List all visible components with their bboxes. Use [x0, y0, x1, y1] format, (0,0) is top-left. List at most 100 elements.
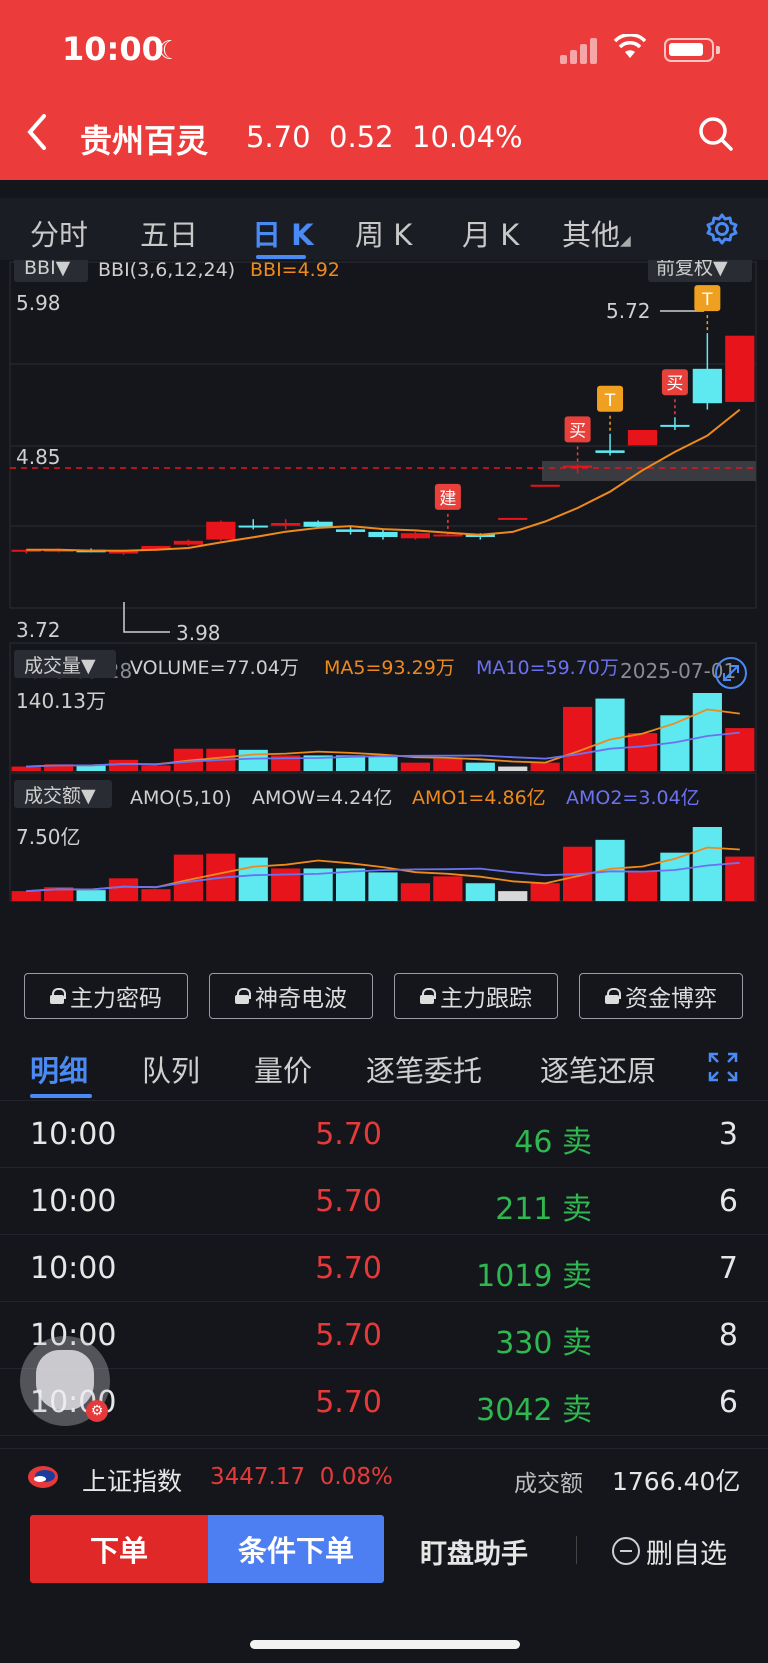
- trade-volume: 46 卖: [514, 1125, 592, 1160]
- signal-marker-label: 买: [569, 421, 586, 441]
- amount-bar: [433, 876, 463, 901]
- trade-volume: 211 卖: [495, 1192, 592, 1227]
- amount-bar: [335, 868, 366, 901]
- place-order-button[interactable]: 下单: [30, 1515, 208, 1583]
- amount-bar: [530, 883, 560, 901]
- volume-max: 140.13万: [16, 689, 106, 713]
- trade-volume: 330 卖: [495, 1326, 592, 1361]
- lock-button-main-code[interactable]: 主力密码: [24, 973, 188, 1019]
- tab-details[interactable]: 明细: [30, 1048, 88, 1090]
- stock-pct: 10.04%: [412, 120, 523, 154]
- tab-monthly-k[interactable]: 月 K: [462, 212, 519, 254]
- candle-body: [530, 484, 560, 487]
- trade-count: 6: [718, 1385, 738, 1420]
- lock-button-wave[interactable]: 神奇电波: [209, 973, 373, 1019]
- stock-change: 0.52: [329, 120, 394, 154]
- volume-bar: [368, 757, 398, 771]
- amount-bar: [271, 868, 301, 901]
- index-quote: 3447.17 0.08%: [210, 1464, 393, 1490]
- amount-max: 7.50亿: [16, 825, 81, 849]
- volume-bar: [692, 693, 722, 771]
- amount-bar: [368, 872, 398, 901]
- tab-weekly-k[interactable]: 周 K: [355, 212, 412, 254]
- trade-time: 10:00: [30, 1117, 117, 1152]
- remove-circle-icon[interactable]: [612, 1537, 640, 1565]
- lock-button-tracking[interactable]: 主力跟踪: [394, 973, 558, 1019]
- candle-body: [498, 517, 528, 520]
- back-icon[interactable]: [22, 112, 52, 159]
- sse-logo-icon: [26, 1462, 60, 1492]
- candle-body: [660, 424, 690, 427]
- tab-intraday[interactable]: 分时: [30, 212, 88, 254]
- trade-count: 8: [718, 1318, 738, 1353]
- assistant-avatar[interactable]: ⚙: [20, 1336, 110, 1426]
- amount-bar: [76, 890, 106, 901]
- kline-chart[interactable]: BBI▼ BBI(3,6,12,24) BBI=4.92 前复权▼ 5.98 4…: [0, 260, 768, 952]
- amount-bar: [400, 883, 431, 901]
- tab-other[interactable]: 其他◢: [562, 212, 631, 254]
- trade-count: 3: [718, 1117, 738, 1152]
- low-marker: 3.98: [176, 621, 221, 645]
- bbi-value: BBI=4.92: [250, 260, 340, 281]
- candle-body: [368, 531, 398, 538]
- date-end: 2025-07-01: [620, 659, 736, 683]
- tab-tick-restore[interactable]: 逐笔还原: [540, 1048, 656, 1090]
- signal-marker-label: T: [604, 391, 616, 411]
- table-row: 10:00 5.70 330 卖8: [0, 1302, 768, 1369]
- volume-bar: [627, 733, 658, 771]
- gear-icon[interactable]: [705, 212, 739, 246]
- lock-button-label: 主力跟踪: [440, 986, 532, 1012]
- candle-body: [238, 525, 268, 528]
- turnover-label: 成交额: [514, 1471, 583, 1497]
- amount-bar: [238, 857, 268, 901]
- amount-bar: [465, 883, 495, 901]
- amount-bar: [498, 891, 528, 901]
- amount-bar: [627, 871, 658, 901]
- table-row: 10:005.703042 卖6: [0, 1369, 768, 1436]
- home-indicator: [250, 1640, 520, 1649]
- candle-body: [271, 523, 301, 526]
- y-axis-bottom: 3.72: [16, 618, 61, 642]
- volume-bar: [563, 706, 593, 771]
- candle-body: [173, 540, 203, 545]
- high-marker: 5.72: [606, 299, 651, 323]
- divider: [576, 1536, 577, 1564]
- tab-volume-price[interactable]: 量价: [254, 1048, 312, 1090]
- lock-icon: [50, 988, 66, 1004]
- conditional-order-button[interactable]: 条件下单: [208, 1515, 384, 1583]
- lock-icon: [605, 988, 621, 1004]
- remove-watchlist-button[interactable]: 删自选: [646, 1532, 727, 1571]
- table-row: 10:00 5.70 211 卖 6: [0, 1168, 768, 1235]
- index-name[interactable]: 上证指数: [82, 1462, 182, 1498]
- volume-bar: [400, 762, 431, 771]
- volume-bar: [11, 766, 41, 771]
- stock-name: 贵州百灵: [80, 122, 209, 160]
- kline-tabs: 分时 五日 日 K 周 K 月 K 其他◢: [0, 198, 768, 260]
- lock-button-label: 资金博弈: [625, 986, 717, 1012]
- tab-daily-k[interactable]: 日 K: [252, 212, 314, 254]
- amount-amo1: AMO1=4.86亿: [412, 787, 546, 809]
- tab-queue[interactable]: 队列: [142, 1048, 200, 1090]
- watch-assistant-button[interactable]: 盯盘助手: [420, 1532, 528, 1571]
- search-icon[interactable]: [698, 116, 734, 152]
- tab-tick-orders[interactable]: 逐笔委托: [366, 1048, 482, 1090]
- turnover-value: 1766.40亿: [612, 1467, 741, 1496]
- active-detail-tab-indicator: [30, 1094, 92, 1098]
- expand-icon[interactable]: [708, 1052, 738, 1082]
- lock-icon: [235, 988, 251, 1004]
- lock-button-capital-game[interactable]: 资金博弈: [579, 973, 743, 1019]
- amount-bar: [660, 852, 690, 901]
- support-zone: [542, 461, 756, 481]
- stock-quote: 5.70 0.52 10.04%: [246, 120, 523, 154]
- amount-amo2: AMO2=3.04亿: [566, 787, 700, 809]
- divider: [0, 1448, 768, 1449]
- signal-marker-label: 建: [439, 489, 456, 509]
- volume-bar: [595, 698, 625, 771]
- candle-body: [725, 335, 755, 402]
- avatar-badge-icon: ⚙: [86, 1400, 108, 1422]
- table-row: 10:00 5.70 46 卖 3: [0, 1101, 768, 1168]
- candle-body: [595, 450, 625, 453]
- volume-ma10: MA10=59.70万: [476, 657, 619, 679]
- y-axis-mid: 4.85: [16, 445, 61, 469]
- tab-five-day[interactable]: 五日: [140, 212, 198, 254]
